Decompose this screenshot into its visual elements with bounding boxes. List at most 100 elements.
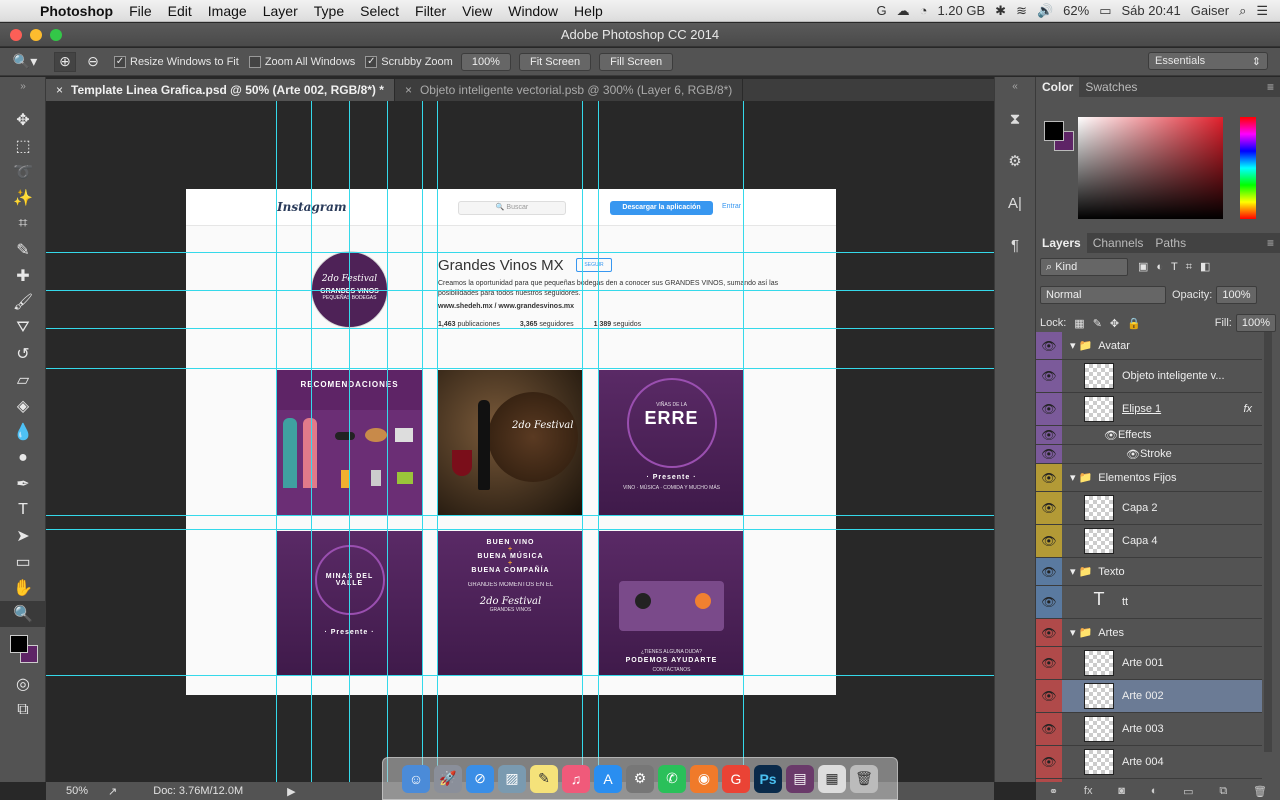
close-tab-icon[interactable]: × [405, 83, 412, 97]
resize-windows-checkbox[interactable]: ✓ [114, 55, 126, 68]
quick-select-tool-icon[interactable]: ✨ [0, 185, 46, 211]
quick-mask-icon[interactable]: ◎ [0, 671, 46, 697]
user-name[interactable]: Gaiser [1191, 3, 1229, 18]
eye-icon[interactable]: 👁 [1036, 619, 1062, 646]
fx-icon[interactable]: fx [1243, 403, 1252, 415]
effect-eye-icon[interactable]: 👁 [1126, 448, 1140, 461]
guide-horizontal[interactable] [46, 328, 994, 329]
opacity-field[interactable]: 100% [1216, 286, 1257, 304]
effect-eye-icon[interactable]: 👁 [1104, 429, 1118, 442]
brush-tool-icon[interactable]: 🖌 [0, 289, 46, 315]
spotlight-search-icon[interactable]: ⌕ [1239, 3, 1246, 19]
menu-edit[interactable]: Edit [168, 3, 192, 19]
zoom-level[interactable]: 50% [66, 785, 88, 797]
guide-horizontal[interactable] [46, 515, 994, 516]
foreground-color-swatch[interactable] [1044, 121, 1064, 141]
menu-window[interactable]: Window [508, 3, 558, 19]
layer-filter-icons[interactable]: ▣◐T⌗◧ [1138, 260, 1218, 274]
layer-row[interactable]: 👁 Ttt [1036, 586, 1262, 619]
zoom-tool-preset-icon[interactable]: 🔍▾ [10, 52, 40, 72]
guide-horizontal[interactable] [46, 368, 994, 369]
tab-layers[interactable]: Layers [1036, 233, 1087, 253]
menu-layer[interactable]: Layer [263, 3, 298, 19]
panel-collapse-icon[interactable]: « [995, 79, 1035, 93]
link-layers-icon[interactable]: ⚭ [1049, 785, 1058, 798]
zoom-in-icon[interactable]: ⊕ [54, 51, 76, 72]
menu-file[interactable]: File [129, 3, 152, 19]
eye-icon[interactable]: 👁 [1036, 647, 1062, 679]
layer-group[interactable]: 👁 ▾ 📁 Avatar [1036, 332, 1262, 360]
layer-mask-icon[interactable]: ◙ [1118, 785, 1125, 797]
eye-icon[interactable]: 👁 [1036, 426, 1062, 444]
layers-scrollbar[interactable] [1264, 332, 1272, 752]
guide-vertical[interactable] [349, 101, 350, 782]
export-icon[interactable]: ↗ [108, 785, 117, 798]
system-preferences-icon[interactable]: ⚙ [626, 764, 654, 793]
panel-menu-icon[interactable]: ≡ [1261, 77, 1280, 97]
app-store-icon[interactable]: A [594, 764, 622, 793]
paint-bucket-icon[interactable]: ◈ [0, 393, 46, 419]
healing-tool-icon[interactable]: ✚ [0, 263, 46, 289]
fill-screen-button[interactable]: Fill Screen [599, 52, 674, 71]
dodge-tool-icon[interactable]: ● [0, 445, 46, 471]
downloads-icon[interactable]: ▤ [786, 764, 814, 793]
tab-smart-object[interactable]: × Objeto inteligente vectorial.psb @ 300%… [395, 79, 744, 101]
layer-group[interactable]: 👁 ▾ 📁 Elementos Fijos [1036, 464, 1262, 492]
layer-group[interactable]: 👁 ▾ 📁 Artes [1036, 619, 1262, 647]
eye-icon[interactable]: 👁 [1036, 393, 1062, 425]
status-menu-icon[interactable]: ▶ [287, 785, 295, 798]
character-panel-icon[interactable]: A| [995, 187, 1035, 219]
new-group-icon[interactable]: ▭ [1183, 785, 1193, 798]
lasso-tool-icon[interactable]: ➰ [0, 159, 46, 185]
menu-filter[interactable]: Filter [415, 3, 446, 19]
guide-vertical[interactable] [743, 101, 744, 782]
preview-icon[interactable]: ▨ [498, 764, 526, 793]
hand-tool-icon[interactable]: ✋ [0, 575, 46, 601]
memory-readout[interactable]: 1.20 GB [937, 3, 985, 18]
fit-screen-button[interactable]: Fit Screen [518, 52, 592, 71]
layer-row[interactable]: 👁 Objeto inteligente v... [1036, 360, 1262, 393]
lock-icons[interactable]: ▦✎✥🔒 [1074, 317, 1149, 330]
tab-paths[interactable]: Paths [1149, 233, 1192, 253]
layer-group[interactable]: 👁 ▾ 📁 Texto [1036, 558, 1262, 586]
guide-vertical[interactable] [422, 101, 423, 782]
layer-row[interactable]: 👁 Capa 2 [1036, 492, 1262, 525]
menu-select[interactable]: Select [360, 3, 399, 19]
stamp-tool-icon[interactable]: ⛛ [0, 315, 46, 341]
path-select-icon[interactable]: ➤ [0, 523, 46, 549]
chrome-icon[interactable]: G [722, 764, 750, 793]
menu-image[interactable]: Image [208, 3, 247, 19]
layer-row[interactable]: 👁 Arte 002 [1036, 680, 1262, 713]
panel-menu-icon[interactable]: ≡ [1261, 233, 1280, 253]
scrubby-zoom-checkbox[interactable]: ✓ [365, 55, 378, 68]
menu-view[interactable]: View [462, 3, 492, 19]
marquee-tool-icon[interactable]: ⬚ [0, 133, 46, 159]
eye-icon[interactable]: 👁 [1036, 586, 1062, 618]
guide-vertical[interactable] [582, 101, 583, 782]
eye-icon[interactable]: 👁 [1036, 713, 1062, 745]
folder-icon[interactable]: ▾ 📁 [1070, 471, 1092, 484]
adjustment-layer-icon[interactable]: ◐ [1151, 785, 1158, 797]
notes-icon[interactable]: ✎ [530, 764, 558, 793]
close-tab-icon[interactable]: × [56, 83, 63, 97]
wifi-icon[interactable]: ≋ [1016, 3, 1027, 19]
zoom-100-button[interactable]: 100% [460, 52, 511, 71]
history-brush-icon[interactable]: ↺ [0, 341, 46, 367]
eye-icon[interactable]: 👁 [1036, 332, 1062, 359]
layer-effect[interactable]: 👁 👁 Effects [1036, 426, 1262, 445]
eye-icon[interactable]: 👁 [1036, 492, 1062, 524]
blend-mode-select[interactable]: Normal [1040, 286, 1166, 304]
safari-icon[interactable]: ⊘ [466, 764, 494, 793]
layer-row[interactable]: 👁 Arte 004 [1036, 746, 1262, 779]
eye-icon[interactable]: 👁 [1036, 746, 1062, 778]
workspace-select[interactable]: Essentials ⇕ [1148, 52, 1268, 70]
fill-field[interactable]: 100% [1235, 314, 1276, 332]
trash-icon[interactable]: 🗑 [850, 764, 878, 793]
move-tool-icon[interactable]: ✥ [0, 107, 46, 133]
eye-icon[interactable]: 👁 [1036, 525, 1062, 557]
layer-effect[interactable]: 👁 👁 Stroke [1036, 445, 1262, 464]
blur-tool-icon[interactable]: 💧 [0, 419, 46, 445]
guide-horizontal[interactable] [46, 675, 994, 676]
canvas-area[interactable]: Instagram 🔍 Buscar Descargar la aplicaci… [46, 101, 994, 782]
layer-row[interactable]: 👁 Capa 4 [1036, 525, 1262, 558]
